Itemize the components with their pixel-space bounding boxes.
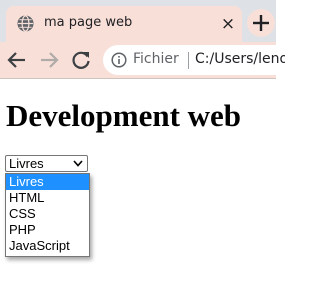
browser-tab[interactable]: ma page web × — [6, 6, 242, 42]
category-select[interactable]: Livres — [5, 155, 88, 172]
url-text[interactable]: C:/Users/lenovo — [195, 51, 285, 67]
select-current-value: Livres — [9, 156, 44, 171]
select-dropdown-list: Livres HTML CSS PHP JavaScript — [5, 173, 90, 257]
page-heading: Development web — [6, 98, 242, 133]
address-bar[interactable]: Fichier C:/Users/lenovo — [103, 45, 293, 75]
info-icon[interactable] — [111, 52, 127, 68]
plus-icon — [253, 15, 269, 31]
toolbar-divider — [0, 78, 276, 79]
select-option-html[interactable]: HTML — [6, 190, 89, 206]
select-option-javascript[interactable]: JavaScript — [6, 238, 89, 254]
select-option-css[interactable]: CSS — [6, 206, 89, 222]
back-arrow-icon[interactable] — [6, 49, 28, 71]
select-option-php[interactable]: PHP — [6, 222, 89, 238]
select-option-livres[interactable]: Livres — [6, 174, 89, 190]
chevron-down-icon — [73, 160, 83, 167]
reload-icon[interactable] — [70, 49, 92, 71]
tab-close-icon[interactable]: × — [218, 14, 238, 34]
forward-arrow-icon[interactable] — [38, 49, 60, 71]
browser-toolbar: Fichier C:/Users/lenovo — [0, 42, 293, 78]
globe-icon — [17, 15, 34, 32]
tab-title: ma page web — [44, 15, 133, 30]
tab-strip: ma page web × — [0, 0, 276, 42]
site-info-label: Fichier — [133, 51, 179, 67]
new-tab-button[interactable] — [247, 9, 275, 37]
omnibox-separator — [188, 52, 189, 69]
